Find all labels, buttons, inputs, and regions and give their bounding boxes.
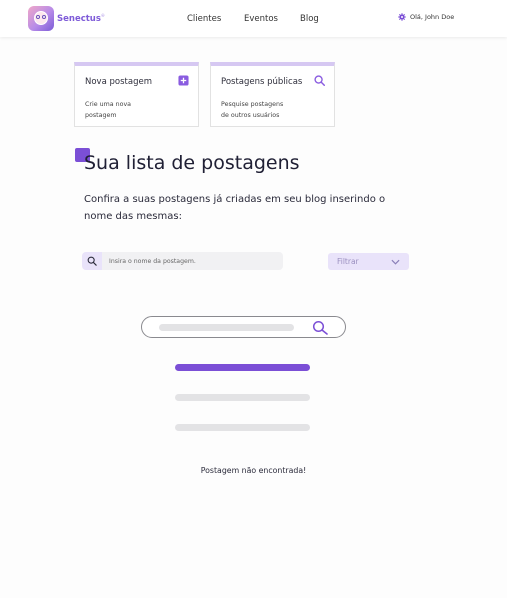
top-navbar: Senectus® Clientes Eventos Blog Olá, Joh… xyxy=(0,0,507,37)
placeholder-bar xyxy=(175,394,310,401)
card-description: Pesquise postagens de outros usuários xyxy=(221,101,284,119)
filter-dropdown[interactable]: Filtrar xyxy=(328,253,409,270)
card-title: Nova postagem xyxy=(85,77,152,87)
card-nova-postagem[interactable]: Nova postagem Crie uma nova postagem xyxy=(74,62,199,127)
page-subtitle: Confira a suas postagens já criadas em s… xyxy=(84,194,386,222)
brand-name: Senectus® xyxy=(57,13,105,24)
page-title: Sua lista de postagens xyxy=(84,152,300,174)
search-button[interactable] xyxy=(82,252,102,270)
gear-icon xyxy=(398,13,406,21)
empty-state-message: Postagem não encontrada! xyxy=(200,466,307,475)
card-title: Postagens públicas xyxy=(221,77,303,87)
placeholder-bar xyxy=(175,364,310,371)
logo-avatar-icon xyxy=(28,6,54,31)
chevron-down-icon xyxy=(391,259,400,265)
magnifier-icon xyxy=(312,320,328,335)
filter-label: Filtrar xyxy=(337,257,359,266)
nav-link-clientes[interactable]: Clientes xyxy=(187,14,221,24)
empty-search-illustration xyxy=(141,316,346,338)
placeholder-bar xyxy=(175,424,310,431)
search-icon[interactable] xyxy=(314,75,325,86)
card-description: Crie uma nova postagem xyxy=(85,101,132,119)
search-input[interactable] xyxy=(102,252,283,270)
user-greeting: Olá, John Doe xyxy=(410,13,455,21)
user-menu[interactable]: Olá, John Doe xyxy=(398,13,454,21)
brand-logo[interactable]: Senectus® xyxy=(28,6,105,31)
nav-link-blog[interactable]: Blog xyxy=(300,14,319,24)
search-icon xyxy=(87,256,97,266)
nav-link-eventos[interactable]: Eventos xyxy=(244,14,278,24)
card-postagens-publicas[interactable]: Postagens públicas Pesquise postagens de… xyxy=(210,62,335,127)
add-square-icon[interactable] xyxy=(178,75,189,86)
